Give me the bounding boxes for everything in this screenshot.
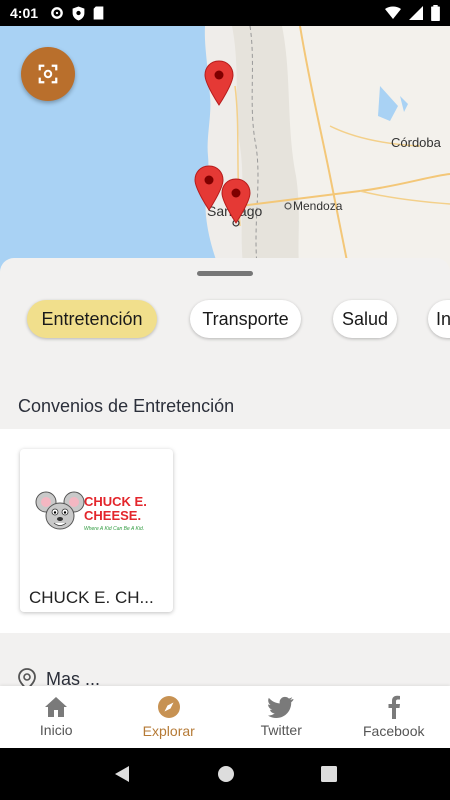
sd-card-icon (93, 6, 104, 20)
nav-facebook-label: Facebook (363, 723, 425, 739)
locate-button[interactable] (21, 47, 75, 101)
wifi-icon (385, 6, 401, 19)
status-time: 4:01 (10, 5, 39, 21)
sheet-drag-handle[interactable] (197, 271, 253, 276)
shield-icon (72, 6, 85, 20)
status-bar: 4:01 (0, 0, 450, 26)
chip-salud[interactable]: Salud (333, 300, 397, 338)
logo-line2: CHEESE. (84, 508, 141, 523)
logo-tagline: Where A Kid Can Be A Kid. (84, 526, 144, 532)
gear-icon (51, 7, 63, 19)
twitter-icon (268, 696, 294, 718)
next-section-header: Mas ... (18, 668, 100, 686)
nav-facebook[interactable]: Facebook (338, 686, 450, 748)
chip-entretencion[interactable]: Entretención (27, 300, 157, 338)
logo-line1: CHUCK E. (84, 494, 147, 509)
battery-icon (431, 5, 440, 21)
system-nav-bar (0, 748, 450, 800)
bottom-nav: Inicio Explorar Twitter Facebook (0, 686, 450, 748)
nav-twitter-label: Twitter (260, 722, 302, 738)
signal-icon (409, 6, 423, 20)
mouse-mascot-icon (35, 491, 84, 530)
focus-icon (38, 64, 58, 84)
partner-name: CHUCK E. CH... (29, 588, 154, 607)
compass-icon (157, 696, 180, 718)
back-icon[interactable] (113, 765, 131, 783)
partners-row: CHUCK E. CHEESE. Where A Kid Can Be A Ki… (0, 429, 450, 633)
partner-card[interactable]: CHUCK E. CHEESE. Where A Kid Can Be A Ki… (20, 449, 173, 612)
bottom-sheet: Entretención Transporte Salud In Conveni… (0, 258, 450, 686)
partner-logo: CHUCK E. CHEESE. Where A Kid Can Be A Ki… (20, 449, 173, 579)
location-pin-icon (18, 668, 36, 686)
nav-inicio[interactable]: Inicio (0, 686, 113, 748)
next-section-title: Mas ... (46, 668, 101, 687)
home-button-icon[interactable] (217, 765, 235, 783)
map-label-cordoba: Córdoba (391, 135, 442, 150)
nav-twitter[interactable]: Twitter (225, 686, 338, 748)
facebook-icon (388, 695, 400, 719)
nav-explorar-label: Explorar (142, 723, 195, 739)
category-chips: Entretención Transporte Salud In (0, 300, 450, 340)
section-title: Convenios de Entretención (18, 396, 235, 416)
home-icon (45, 697, 68, 717)
nav-inicio-label: Inicio (39, 722, 73, 738)
map-label-mendoza: Mendoza (293, 199, 343, 213)
nav-explorar[interactable]: Explorar (113, 686, 226, 748)
chip-transporte[interactable]: Transporte (190, 300, 301, 338)
recents-icon[interactable] (321, 766, 337, 782)
chip-more[interactable]: In (428, 300, 450, 338)
